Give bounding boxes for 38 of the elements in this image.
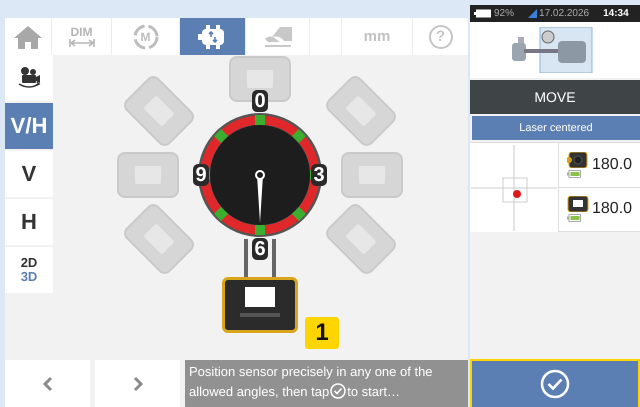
plane-button[interactable]: H <box>5 199 53 245</box>
check-circle-icon <box>330 383 346 399</box>
chevron-right-icon <box>132 376 142 392</box>
dial-angle-label: 6 <box>252 238 268 260</box>
battery-icon <box>567 170 581 178</box>
next-button[interactable] <box>95 360 180 407</box>
sensor-step-button[interactable] <box>180 18 246 55</box>
dial-angle-label: 0 <box>252 90 268 112</box>
position-number-badge: 1 <box>305 317 339 349</box>
status-time: 14:34 <box>603 8 629 19</box>
battery-icon <box>567 214 581 222</box>
laser-status-bar: Laser centered <box>472 116 640 140</box>
home-icon <box>13 24 43 50</box>
sensor-unit-icon <box>567 196 589 212</box>
dial-angle-label: 9 <box>193 164 209 186</box>
plane-button[interactable]: V/H <box>5 103 53 149</box>
move-button[interactable]: MOVE <box>470 80 640 114</box>
instruction-message: Position sensor precisely in any one of the allowed angles, then tap to start… <box>185 360 468 407</box>
status-date: 17.02.2026 <box>539 8 590 19</box>
sensor-unit[interactable] <box>222 277 298 333</box>
double-arrow-icon <box>68 39 94 47</box>
measure-label: M <box>140 30 150 44</box>
view-rotate-button[interactable] <box>5 55 53 101</box>
dial-angle-label: 3 <box>311 164 327 186</box>
signal-icon <box>528 9 538 18</box>
camera-rotate-icon <box>16 66 42 90</box>
check-circle-icon <box>540 369 570 399</box>
angle-reading: 180.0 <box>592 200 632 218</box>
plane-button[interactable]: V <box>5 151 53 197</box>
laser-unit-icon <box>567 152 589 168</box>
circular-arrows-icon <box>130 22 160 52</box>
battery-icon <box>474 9 492 18</box>
previous-button[interactable] <box>5 360 90 407</box>
battery-percent: 92% <box>494 8 514 19</box>
view-mode-button[interactable]: 2D 3D <box>5 247 53 293</box>
angle-reading: 180.0 <box>592 156 632 174</box>
chevron-left-icon <box>42 376 52 392</box>
confirm-button[interactable] <box>470 359 640 407</box>
